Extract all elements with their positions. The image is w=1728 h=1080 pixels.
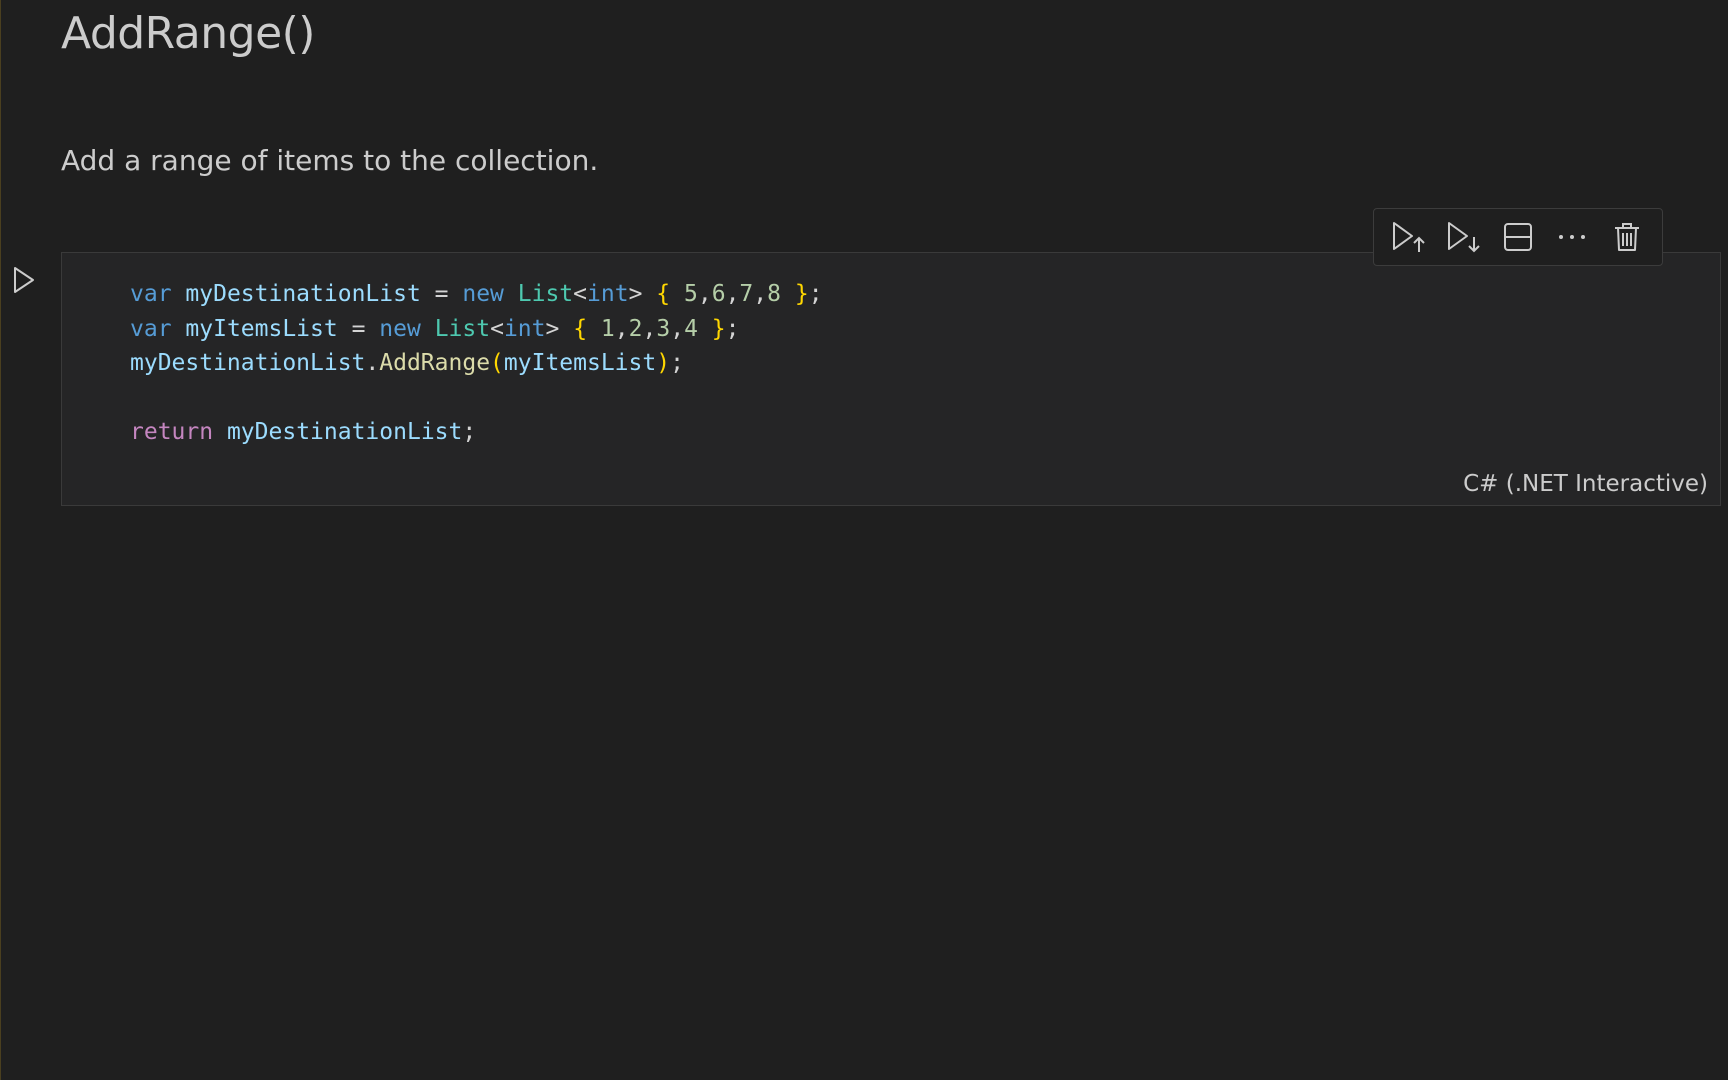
code-token: int (587, 281, 629, 307)
code-token: 5 (683, 281, 698, 307)
more-actions-icon (1559, 235, 1586, 239)
code-token: { (573, 315, 588, 342)
code-token: , (753, 281, 768, 307)
code-token: . (365, 350, 380, 376)
code-token: , (697, 281, 712, 307)
code-token: ( (490, 350, 504, 376)
code-token: new (379, 315, 421, 342)
split-cell-button[interactable] (1496, 215, 1540, 259)
code-line[interactable] (130, 381, 823, 416)
code-token: = (420, 281, 463, 307)
code-token: myItemsList (185, 315, 338, 342)
cell-language-label[interactable]: C# (.NET Interactive) (1463, 471, 1708, 497)
code-token: new (462, 281, 504, 307)
code-token: < (573, 281, 588, 307)
code-token: } (711, 315, 726, 342)
code-token: , (725, 281, 740, 307)
code-token: 2 (628, 315, 643, 342)
code-token: 6 (711, 281, 726, 307)
code-token: = (337, 315, 380, 342)
code-token: < (490, 315, 504, 342)
code-token: 4 (684, 315, 698, 342)
code-token: myDestinationList (130, 350, 366, 376)
code-editor[interactable]: var myDestinationList = new List<int> { … (130, 277, 823, 450)
delete-cell-button[interactable] (1605, 215, 1649, 259)
code-token: ; (462, 419, 477, 445)
markdown-description: Add a range of items to the collection. (61, 144, 599, 177)
code-token: ; (670, 350, 684, 376)
code-token: , (642, 315, 657, 342)
execute-below-icon (1447, 222, 1480, 253)
code-token: > (628, 281, 657, 307)
code-line[interactable]: var myDestinationList = new List<int> { … (130, 277, 823, 312)
code-token: ; (725, 315, 740, 342)
code-token: 1 (600, 315, 615, 342)
code-cell[interactable]: var myDestinationList = new List<int> { … (61, 252, 1721, 506)
code-token: ) (656, 350, 671, 376)
execute-below-button[interactable] (1442, 215, 1486, 259)
delete-cell-icon (1614, 223, 1639, 251)
markdown-title: AddRange() (61, 8, 315, 59)
code-token: List (434, 315, 491, 342)
code-line[interactable]: var myItemsList = new List<int> { 1,2,3,… (130, 312, 823, 347)
split-cell-icon (1503, 223, 1532, 251)
code-token: myItemsList (503, 350, 657, 376)
code-token: myDestinationList (185, 281, 421, 307)
execute-above-icon (1393, 222, 1425, 252)
code-token: return (130, 419, 214, 445)
code-token: myDestinationList (226, 419, 463, 445)
code-line[interactable]: myDestinationList.AddRange(myItemsList); (130, 346, 823, 381)
code-token: > (545, 315, 574, 342)
cell-toolbar (1373, 208, 1663, 266)
play-icon (14, 267, 34, 293)
code-token: } (794, 281, 809, 307)
code-token: 8 (767, 281, 781, 307)
code-token: var (130, 281, 172, 307)
code-token: var (130, 315, 172, 342)
run-cell-button[interactable] (9, 262, 39, 298)
execute-above-button[interactable] (1387, 215, 1431, 259)
code-token: int (503, 315, 546, 342)
more-actions-button[interactable] (1550, 215, 1594, 259)
code-token: List (517, 281, 574, 307)
code-token: AddRange (379, 350, 491, 376)
code-token: 3 (656, 315, 671, 342)
code-token: ; (808, 281, 823, 307)
code-token: { (656, 281, 671, 307)
code-token: , (614, 315, 629, 342)
code-token: 7 (739, 281, 754, 307)
code-line[interactable]: return myDestinationList; (130, 415, 823, 450)
code-token: , (670, 315, 685, 342)
